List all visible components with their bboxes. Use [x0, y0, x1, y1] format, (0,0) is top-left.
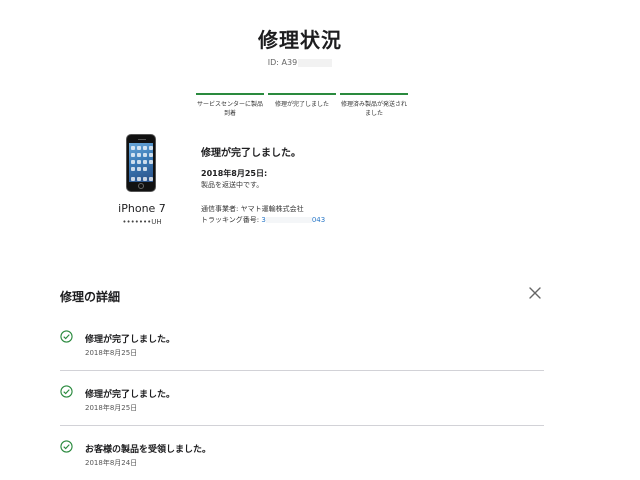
carrier-line: 通信事業者: ヤマト運輸株式会社: [201, 204, 304, 214]
tracking-line: トラッキング番号: 3 043: [201, 215, 325, 225]
check-circle-icon: [60, 440, 73, 453]
progress-tracker: サービスセンターに製品到着 修理が完了しました 修理済み製品が発送されました: [196, 93, 408, 118]
close-icon: [529, 287, 541, 299]
progress-step-repaired: 修理が完了しました: [268, 93, 336, 118]
repair-id: ID: A39: [0, 58, 600, 67]
list-item: 修理が完了しました。 2018年8月25日: [60, 371, 544, 426]
list-item: 修理が完了しました。 2018年8月25日: [60, 316, 544, 371]
carrier-name: ヤマト運輸株式会社: [240, 205, 304, 213]
detail-item-title: 修理が完了しました。: [85, 390, 176, 400]
progress-step-received: サービスセンターに製品到着: [196, 93, 264, 118]
status-date: 2018年8月25日:: [201, 169, 268, 178]
iphone-image: [126, 134, 156, 192]
status-title: 修理が完了しました。: [201, 148, 301, 159]
tracking-label: トラッキング番号:: [201, 216, 262, 224]
carrier-label: 通信事業者:: [201, 205, 241, 213]
redacted-block: [265, 217, 312, 223]
check-circle-icon: [60, 385, 73, 398]
status-description: 製品を返送中です。: [201, 181, 264, 189]
detail-item-title: 修理が完了しました。: [85, 335, 176, 345]
detail-list: 修理が完了しました。 2018年8月25日 修理が完了しました。 2018年8月…: [60, 316, 544, 480]
progress-step-shipped: 修理済み製品が発送されました: [340, 93, 408, 118]
close-button[interactable]: [526, 284, 544, 302]
detail-item-title: お客様の製品を受領しました。: [85, 445, 212, 455]
list-item: お客様の製品を受領しました。 2018年8月24日: [60, 426, 544, 480]
detail-item-date: 2018年8月25日: [85, 404, 138, 412]
tracking-number-link[interactable]: 3 043: [261, 216, 325, 224]
tracking-suffix: 043: [311, 216, 326, 224]
page-title: 修理状況: [258, 28, 342, 52]
device-serial: •••••••UH: [122, 218, 162, 226]
check-circle-icon: [60, 330, 73, 343]
device-screen: [129, 143, 153, 182]
detail-item-date: 2018年8月24日: [85, 459, 138, 467]
detail-item-date: 2018年8月25日: [85, 349, 138, 357]
speaker-slot: [138, 139, 146, 140]
home-button-shape: [138, 183, 144, 189]
repair-id-text: ID: A39: [267, 58, 298, 67]
details-title: 修理の詳細: [60, 290, 121, 304]
device-name: iPhone 7: [118, 202, 166, 215]
redacted-block: [298, 58, 333, 67]
